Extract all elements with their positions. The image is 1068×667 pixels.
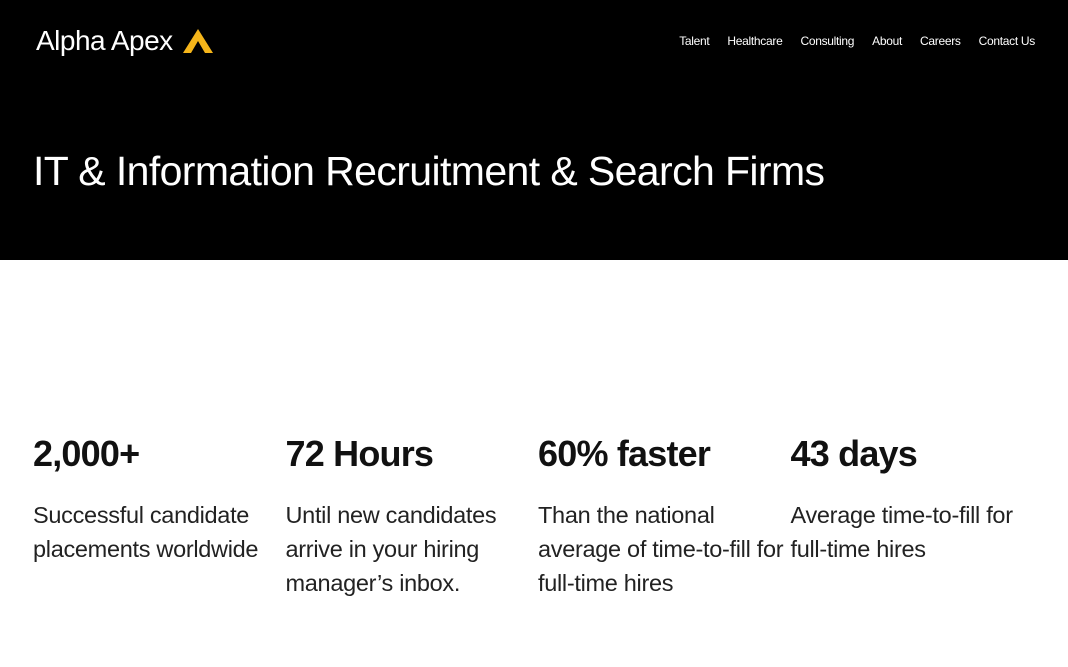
stat-value: 72 Hours [285,433,434,474]
brand-name: Alpha Apex [36,25,173,56]
stat-description: Than the national average of time-to-fil… [538,502,784,596]
stat-description: Until new candidates arrive in your hiri… [285,502,497,596]
stats-section: 2,000+ Successful candidate placements w… [33,432,1043,600]
stat-placements: 2,000+ Successful candidate placements w… [33,432,286,600]
stat-description: Successful candidate placements worldwid… [33,502,259,562]
nav-item-contact-us[interactable]: Contact Us [979,33,1036,49]
nav-item-talent[interactable]: Talent [679,33,710,49]
stat-value: 43 days [790,433,918,474]
brand-logo-link[interactable]: Alpha Apex [36,24,213,58]
stat-value: 2,000+ [33,433,140,474]
stat-value: 60% faster [538,433,711,474]
chevron-up-icon [182,29,213,53]
stat-description: Average time-to-fill for full-time hires [790,502,1014,562]
nav-item-about[interactable]: About [872,33,902,49]
page-title: IT & Information Recruitment & Search Fi… [33,148,825,194]
nav-item-careers[interactable]: Careers [920,33,961,49]
main-nav: Talent Healthcare Consulting About Caree… [679,33,1035,49]
stat-turnaround: 72 Hours Until new candidates arrive in … [286,432,539,600]
stat-speed: 60% faster Than the national average of … [538,432,791,600]
nav-item-consulting[interactable]: Consulting [800,33,854,49]
nav-item-healthcare[interactable]: Healthcare [727,33,782,49]
stat-time-to-fill: 43 days Average time-to-fill for full-ti… [791,432,1044,600]
hero-header: Alpha Apex Talent Healthcare Consulting … [0,0,1068,260]
